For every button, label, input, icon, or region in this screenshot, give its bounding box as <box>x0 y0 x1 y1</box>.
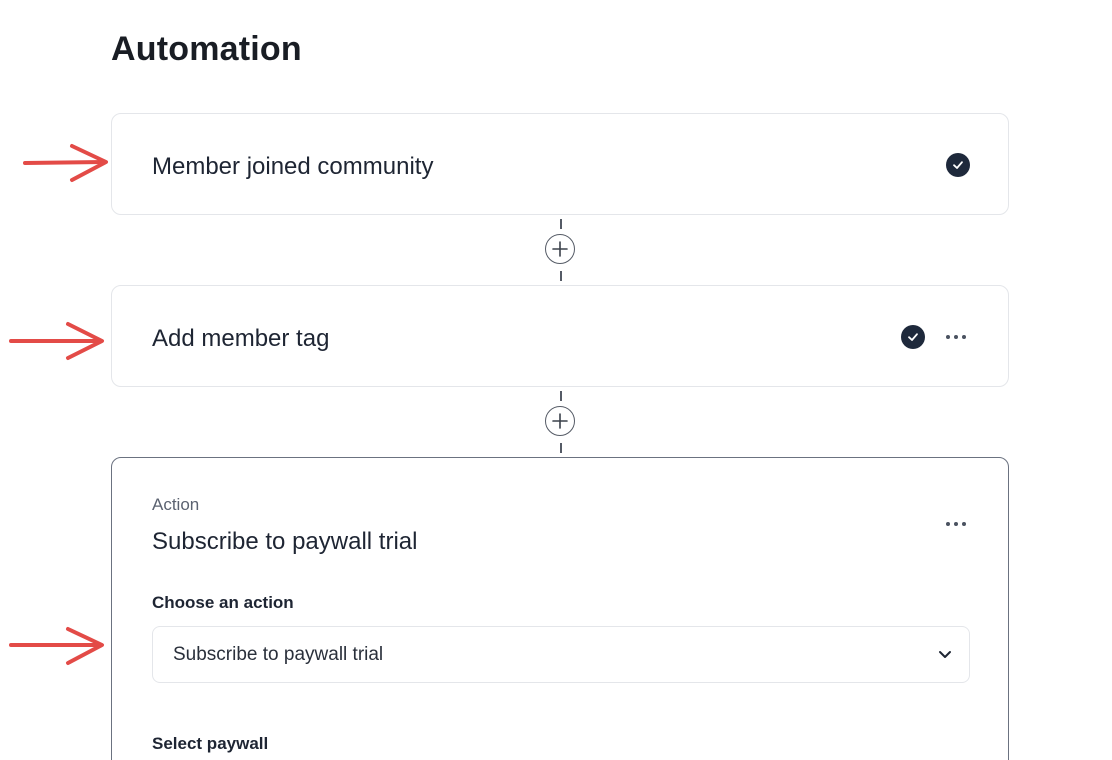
tag-step-label: Add member tag <box>152 325 330 352</box>
page-title: Automation <box>111 30 302 68</box>
more-horizontal-icon[interactable] <box>944 325 968 349</box>
check-circle-icon <box>946 153 970 177</box>
choose-action-label: Choose an action <box>152 593 294 612</box>
plus-icon <box>552 241 568 257</box>
automation-page: Automation Member joined community Add m… <box>0 0 1112 760</box>
check-circle-icon <box>901 325 925 349</box>
connector-line <box>560 443 562 453</box>
trigger-step-card[interactable]: Member joined community <box>111 113 1009 215</box>
select-paywall-label: Select paywall <box>152 734 269 753</box>
action-step-card[interactable]: Action Subscribe to paywall trial Choose… <box>111 457 1009 760</box>
trigger-step-label: Member joined community <box>152 153 434 180</box>
add-step-button[interactable] <box>545 234 575 264</box>
connector-line <box>560 391 562 401</box>
connector-line <box>560 219 562 229</box>
plus-icon <box>552 413 568 429</box>
red-arrow-icon <box>9 627 104 665</box>
add-step-button[interactable] <box>545 406 575 436</box>
chevron-down-icon <box>935 645 955 665</box>
connector-line <box>560 271 562 281</box>
choose-action-select[interactable]: Subscribe to paywall trial <box>152 626 970 683</box>
step-connector <box>545 391 577 453</box>
step-type-label: Action <box>152 495 200 514</box>
step-connector <box>545 219 577 281</box>
selected-action-value: Subscribe to paywall trial <box>173 643 384 665</box>
red-arrow-icon <box>9 322 104 360</box>
more-horizontal-icon[interactable] <box>944 512 968 536</box>
red-arrow-icon <box>23 144 108 182</box>
action-step-title: Subscribe to paywall trial <box>152 528 418 555</box>
tag-step-card[interactable]: Add member tag <box>111 285 1009 387</box>
